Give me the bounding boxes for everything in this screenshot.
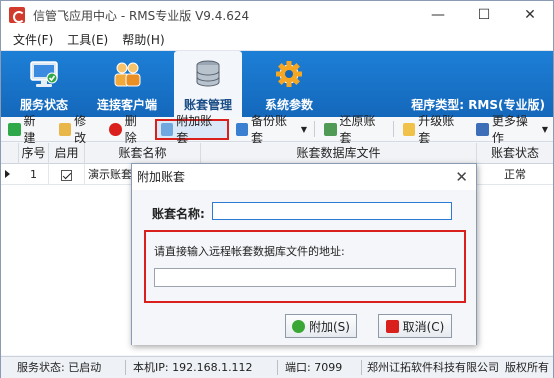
- menu-help[interactable]: 帮助(H): [122, 31, 164, 48]
- dialog-body: 账套名称: 请直接输入远程帐套数据库文件的地址: 附加(S) 取消(C): [132, 190, 476, 345]
- status-separator: [277, 360, 278, 375]
- ribbon: 服务状态 连接客户端 账套管理 系统参数 程序类型: RMS(专业版): [1, 51, 553, 117]
- dialog-title: 附加账套: [137, 170, 186, 184]
- tab-label: 账套管理: [183, 98, 232, 112]
- backup-label: 备份账套: [250, 114, 287, 145]
- tab-service-status[interactable]: 服务状态: [11, 51, 77, 117]
- edit-label: 修改: [74, 114, 87, 145]
- copyright: 版权所有: [505, 361, 549, 374]
- app-logo-icon: [9, 7, 25, 23]
- cell-index: 1: [19, 164, 49, 185]
- chevron-down-icon: ▼: [300, 124, 308, 134]
- toolbar: 新建 修改 删除 附加账套 备份账套 ▼ 还原账套 升级账套 更多操作 ▼: [1, 114, 553, 145]
- account-name-input[interactable]: [212, 202, 452, 220]
- menu-tools[interactable]: 工具(E): [67, 31, 108, 48]
- title-bar: 信管飞应用中心 - RMS专业版 V9.4.624 — ☐ ✕: [1, 1, 553, 29]
- users-icon: [114, 62, 141, 87]
- local-ip: 本机IP: 192.168.1.112: [133, 361, 253, 374]
- backup-account-button[interactable]: 备份账套 ▼: [231, 114, 313, 145]
- database-icon: [196, 60, 220, 87]
- close-button[interactable]: ✕: [507, 1, 553, 29]
- table-header: 序号 启用 账套名称 账套数据库文件 账套状态: [1, 143, 553, 164]
- delete-icon: [109, 122, 122, 136]
- toolbar-separator: [314, 121, 316, 137]
- new-button[interactable]: 新建: [3, 114, 52, 145]
- edit-button[interactable]: 修改: [54, 114, 103, 145]
- app-window: 信管飞应用中心 - RMS专业版 V9.4.624 — ☐ ✕ 文件(F) 工具…: [0, 0, 554, 378]
- menu-bar: 文件(F) 工具(E) 帮助(H): [1, 29, 553, 51]
- port: 端口: 7099: [285, 361, 343, 374]
- company-name: 郑州讧拓软件科技有限公司: [367, 361, 499, 374]
- restore-label: 还原账套: [339, 114, 376, 145]
- upgrade-account-button[interactable]: 升级账套: [398, 114, 470, 145]
- monitor-icon: [30, 61, 58, 87]
- cell-status: 正常: [504, 168, 526, 181]
- status-separator: [125, 360, 126, 375]
- chevron-down-icon: ▼: [541, 124, 548, 134]
- toolbar-separator: [392, 121, 394, 137]
- enabled-checkbox[interactable]: [61, 169, 72, 181]
- restore-icon: [324, 122, 337, 136]
- row-indicator-icon: [5, 170, 10, 178]
- backup-icon: [235, 122, 248, 136]
- tab-system-parameters[interactable]: 系统参数: [253, 51, 325, 117]
- attach-account-dialog: 附加账套 ✕ 账套名称: 请直接输入远程帐套数据库文件的地址: 附加(S) 取消…: [131, 163, 477, 345]
- upgrade-icon: [402, 122, 416, 136]
- menu-file[interactable]: 文件(F): [13, 31, 53, 48]
- double-chevron-icon: [476, 122, 489, 136]
- cell-enabled[interactable]: [49, 164, 85, 185]
- delete-label: 删除: [124, 114, 137, 145]
- check-icon: [292, 319, 305, 333]
- cancel-button[interactable]: 取消(C): [378, 314, 452, 338]
- header-account-name[interactable]: 账套名称: [85, 143, 201, 164]
- program-type: 程序类型: RMS(专业版): [411, 98, 545, 112]
- remote-path-group: 请直接输入远程帐套数据库文件的地址:: [144, 230, 466, 303]
- header-indicator-cell: [1, 143, 19, 164]
- new-label: 新建: [23, 114, 36, 145]
- status-separator: [361, 360, 362, 375]
- header-status[interactable]: 账套状态: [477, 143, 553, 164]
- remote-path-label: 请直接输入远程帐套数据库文件的地址:: [154, 245, 345, 258]
- dialog-close-button[interactable]: ✕: [455, 168, 468, 186]
- remote-path-input[interactable]: [154, 268, 456, 287]
- maximize-button[interactable]: ☐: [461, 1, 507, 29]
- tab-label: 连接客户端: [96, 98, 157, 112]
- ok-label: 附加(S): [309, 319, 350, 334]
- plus-icon: [8, 122, 21, 136]
- attach-label: 附加账套: [176, 114, 213, 145]
- tab-account-management[interactable]: 账套管理: [174, 51, 242, 117]
- attach-account-button[interactable]: 附加账套: [154, 114, 229, 145]
- pencil-icon: [58, 122, 72, 136]
- attach-ok-button[interactable]: 附加(S): [285, 314, 357, 338]
- window-title: 信管飞应用中心 - RMS专业版 V9.4.624: [33, 8, 250, 23]
- tab-label: 服务状态: [19, 98, 68, 112]
- header-index[interactable]: 序号: [19, 143, 49, 164]
- more-actions-button[interactable]: 更多操作 ▼: [471, 114, 553, 145]
- upgrade-label: 升级账套: [418, 114, 455, 145]
- gear-icon: [276, 61, 302, 87]
- header-db-file[interactable]: 账套数据库文件: [201, 143, 477, 164]
- service-status: 服务状态: 已启动: [17, 361, 102, 374]
- header-enabled[interactable]: 启用: [49, 143, 85, 164]
- minimize-button[interactable]: —: [415, 1, 461, 29]
- tab-connected-clients[interactable]: 连接客户端: [89, 51, 165, 117]
- more-label: 更多操作: [491, 114, 528, 145]
- delete-button[interactable]: 删除: [104, 114, 153, 145]
- attach-icon: [160, 122, 174, 136]
- tab-label: 系统参数: [264, 98, 313, 112]
- cancel-label: 取消(C): [402, 319, 445, 334]
- cancel-icon: [385, 319, 399, 333]
- restore-account-button[interactable]: 还原账套: [319, 114, 391, 145]
- account-name-label: 账套名称:: [152, 207, 205, 221]
- status-bar: 服务状态: 已启动 本机IP: 192.168.1.112 端口: 7099 郑…: [1, 356, 553, 378]
